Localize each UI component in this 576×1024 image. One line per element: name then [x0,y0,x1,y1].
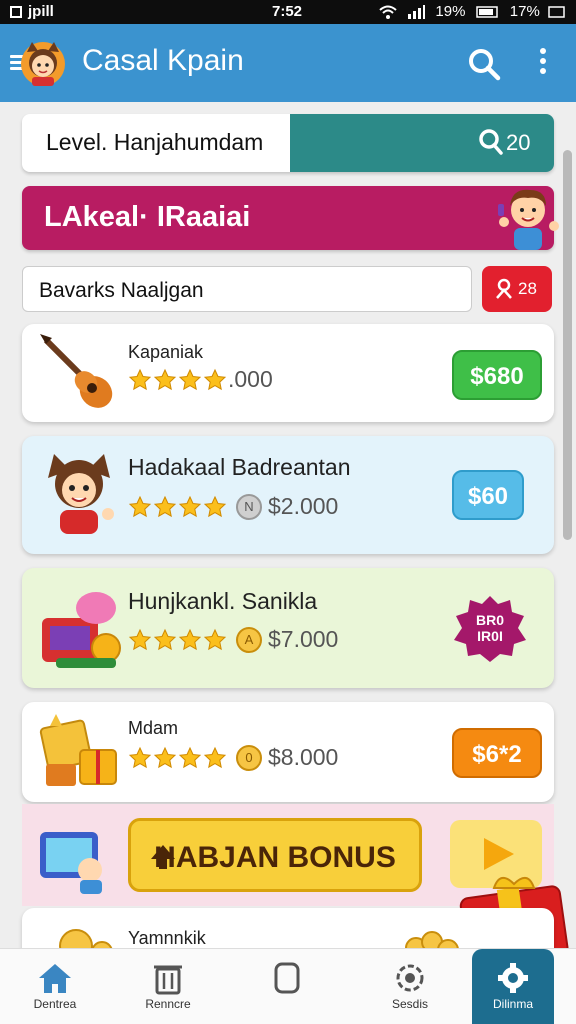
star-icon [203,495,227,517]
app-bar: Casal Kpain [0,24,576,102]
badge-button[interactable]: BR0 IR0I [450,594,530,664]
search-icon [479,129,503,155]
item-title: Kapaniak [128,342,204,362]
list-item[interactable]: Hadakaal Badreantan N $2.000 $60 [22,436,554,554]
level-bar[interactable]: Level. Hanjahumdam 20 [22,114,554,172]
star-icon [178,368,202,390]
buy-button[interactable]: $6*2 [452,728,542,778]
item-title: Yamnnkik [128,928,206,948]
promo-banner[interactable]: LAkeal· IRaaiai [22,186,559,250]
guitar-icon [40,334,113,408]
item-price: $7.000 [268,626,339,652]
app-logo [21,42,65,86]
settings-icon [396,964,424,992]
rating-stars: A $7.000 [128,626,339,653]
item-price: .000 [228,366,273,392]
star-icon [128,746,152,768]
treasure-icon [39,714,117,786]
bottom-nav: Dentrea Renncre Sesdis Dilinma [0,948,576,1024]
wifi-icon [379,5,397,20]
rating-stars: N $2.000 [128,493,339,520]
nav-item-center[interactable] [232,949,342,1024]
star-icon [153,368,177,390]
item-title: Hunjkankl. Sanikla [128,588,318,614]
boy-character-icon [498,189,559,250]
more-options-icon[interactable] [536,48,550,78]
star-icon [178,628,202,650]
app-title: Casal Kpain [82,44,244,77]
status-right: 19% 17% [379,3,566,20]
gift-machine-icon [42,592,121,668]
star-icon [153,628,177,650]
rating-stars: 0 $8.000 [128,744,339,771]
nav-label: Dentrea [33,997,77,1011]
item-price: $8.000 [268,744,339,770]
nav-item-dilinma[interactable]: Dilinma [472,949,554,1024]
star-icon [178,746,202,768]
star-icon [153,746,177,768]
star-icon [153,495,177,517]
banner-title: LAkeal· IRaaiai [44,201,251,233]
item-price: $2.000 [268,493,339,519]
tv-character-icon [40,832,102,894]
user-icon [496,278,512,299]
level-count: 20 [506,130,531,155]
nav-label: Renncre [145,997,191,1011]
star-icon [203,628,227,650]
item-title: Hadakaal Badreantan [128,454,351,480]
badge-label: BR0 IR0I [475,612,504,644]
coin-icon: N [236,493,262,520]
battery-outline-icon [548,6,565,18]
nav-item-sesdis[interactable]: Sesdis [355,949,465,1024]
fox-character-icon [48,454,114,534]
buy-button[interactable]: $680 [452,350,542,400]
list-item[interactable]: Hunjkankl. Sanikla A $7.000 BR0 IR0I [22,568,554,688]
star-icon [203,368,227,390]
home-icon [39,964,71,993]
star-icon [128,495,152,517]
filter-count: 28 [518,279,537,298]
level-search-panel[interactable]: 20 [290,114,554,172]
item-title: Mdam [128,718,179,738]
search-icon[interactable] [466,46,502,82]
search-field[interactable]: Bavarks Naaljgan [22,266,472,312]
nav-item-renncre[interactable]: Renncre [113,949,223,1024]
battery-icon [475,6,498,18]
buy-button[interactable]: $60 [452,470,524,520]
square-icon [274,962,300,994]
nav-label: Sesdis [391,997,429,1011]
status-left: jpill [10,3,54,20]
star-icon [128,628,152,650]
coin-icon: A [236,626,262,653]
rating-stars: .000 [128,366,273,392]
nav-label: Dilinma [492,997,533,1011]
signal-icon [408,5,426,20]
status-bar: jpill 7:52 19% 17% [0,0,576,24]
search-value: Bavarks Naaljgan [39,279,204,302]
star-icon [128,368,152,390]
level-name: Level. Hanjahumdam [46,129,264,155]
scrollbar[interactable] [563,150,572,540]
status-time: 7:52 [272,3,303,20]
coin-icon: 0 [236,744,262,771]
nav-item-home[interactable]: Dentrea [0,949,110,1024]
battery-percent-1: 19% [435,3,466,20]
filter-button[interactable]: 28 [482,266,552,312]
list-item[interactable]: Kapaniak .000 $680 [22,324,554,422]
star-icon [203,746,227,768]
gear-icon [498,963,528,993]
battery-percent-2: 17% [509,3,540,20]
signal-text: jpill [28,3,54,20]
trash-icon [154,965,182,995]
star-icon [178,495,202,517]
bonus-label: HABJAN BONUS [154,841,396,874]
window-icon [10,6,22,19]
list-item[interactable]: Mdam 0 $8.000 $6*2 [22,702,554,802]
bonus-button[interactable]: HABJAN BONUS [128,818,422,892]
